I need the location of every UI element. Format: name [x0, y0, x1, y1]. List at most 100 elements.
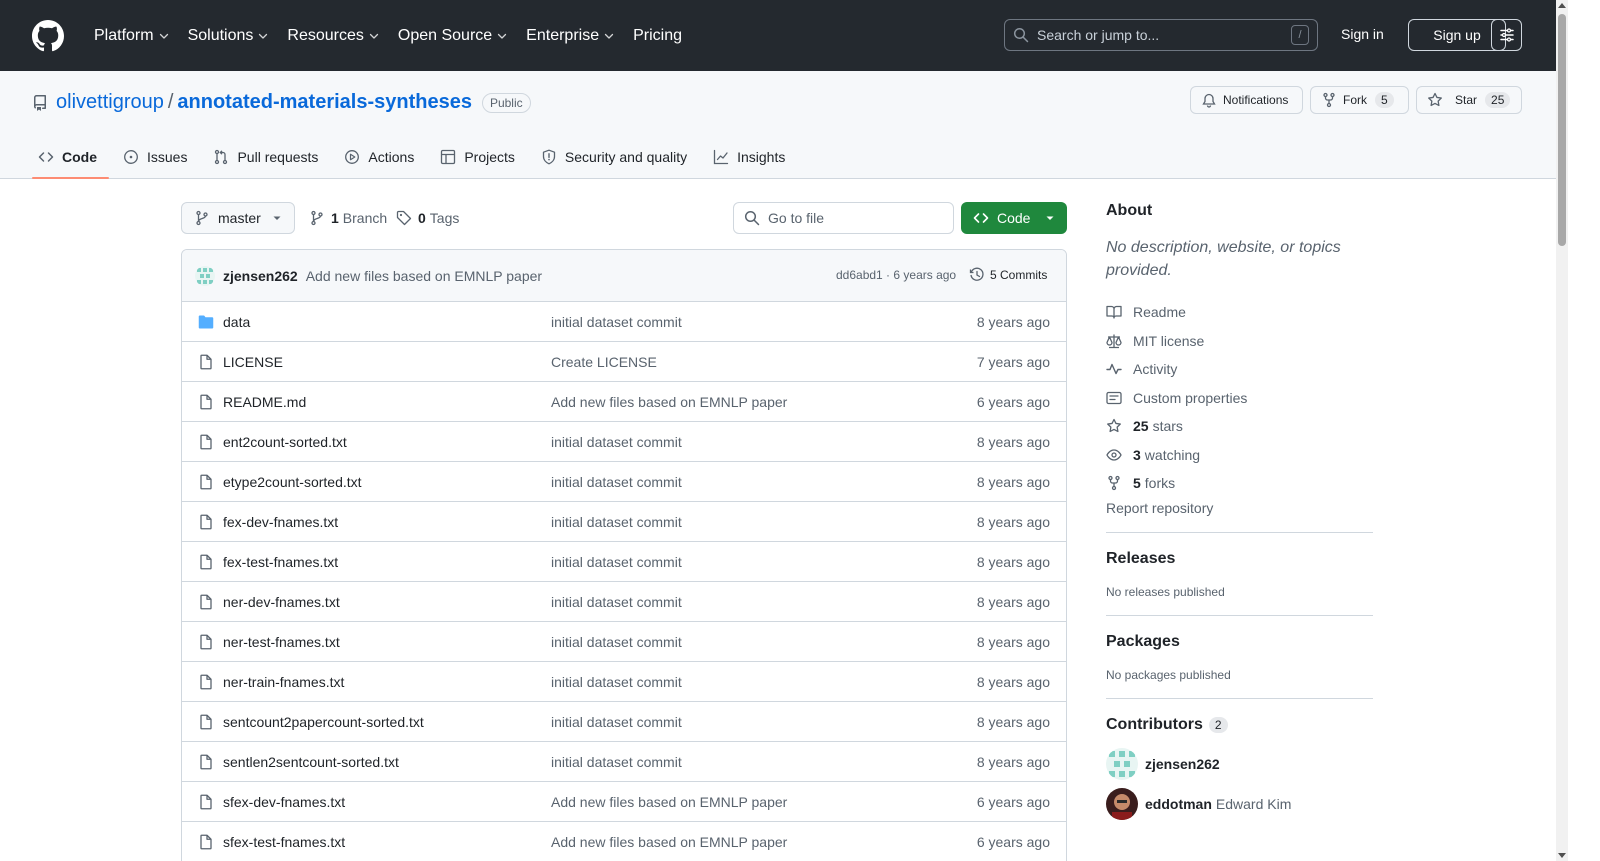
table-row[interactable]: sfex-dev-fnames.txt Add new files based o… [182, 782, 1066, 822]
releases-heading[interactable]: Releases [1106, 550, 1373, 568]
nav-item-resources[interactable]: Resources [279, 20, 387, 52]
contributors-heading[interactable]: Contributors 2 [1106, 716, 1373, 734]
commit-message-link[interactable]: Add new files based on EMNLP paper [306, 268, 542, 284]
table-row[interactable]: fex-dev-fnames.txt initial dataset commit… [182, 502, 1066, 542]
issue-icon [124, 149, 138, 164]
go-to-file-input[interactable]: Go to file [733, 202, 954, 234]
repo-name-link[interactable]: annotated-materials-syntheses [177, 91, 472, 114]
file-commit-message[interactable]: initial dataset commit [551, 754, 682, 770]
watchers-link[interactable]: 3 watching [1106, 441, 1373, 470]
custom-properties-link[interactable]: Custom properties [1106, 384, 1373, 413]
file-name-link[interactable]: sentcount2papercount-sorted.txt [223, 714, 424, 730]
pulse-icon [1106, 364, 1122, 375]
forks-link[interactable]: 5 forks [1106, 469, 1373, 498]
commit-meta[interactable]: dd6abd1 · 6 years ago [836, 268, 956, 282]
tab-issues[interactable]: Issues [117, 135, 199, 178]
license-link[interactable]: MIT license [1106, 327, 1373, 356]
table-row[interactable]: ner-test-fnames.txt initial dataset commi… [182, 622, 1066, 662]
nav-item-enterprise[interactable]: Enterprise [518, 20, 623, 52]
table-row[interactable]: etype2count-sorted.txt initial dataset co… [182, 462, 1066, 502]
file-commit-message[interactable]: initial dataset commit [551, 714, 682, 730]
table-row[interactable]: sentcount2papercount-sorted.txt initial d… [182, 702, 1066, 742]
file-name-link[interactable]: sfex-test-fnames.txt [223, 834, 345, 850]
file-commit-message[interactable]: initial dataset commit [551, 554, 682, 570]
table-row[interactable]: LICENSE Create LICENSE 7 years ago [182, 342, 1066, 382]
nav-item-platform[interactable]: Platform [86, 20, 178, 52]
github-logo-icon[interactable] [32, 19, 64, 52]
file-name-link[interactable]: fex-dev-fnames.txt [223, 514, 338, 530]
file-name-link[interactable]: sentlen2sentcount-sorted.txt [223, 754, 399, 770]
tab-pull-requests[interactable]: Pull requests [207, 135, 330, 178]
tab-code[interactable]: Code [32, 135, 109, 179]
tags-link[interactable]: 0 Tags [396, 202, 459, 234]
repo-owner-link[interactable]: olivettigroup [56, 91, 164, 114]
file-commit-message[interactable]: initial dataset commit [551, 594, 682, 610]
file-name-link[interactable]: LICENSE [223, 354, 283, 370]
table-row[interactable]: ner-train-fnames.txt initial dataset comm… [182, 662, 1066, 702]
scroll-up-arrow-icon[interactable] [1558, 3, 1566, 8]
scrollbar-thumb[interactable] [1558, 14, 1566, 246]
file-name-link[interactable]: data [223, 314, 250, 330]
code-dropdown-button[interactable]: Code [961, 202, 1067, 234]
tab-projects[interactable]: Projects [434, 135, 527, 178]
table-row[interactable]: data initial dataset commit 8 years ago [182, 302, 1066, 342]
file-commit-message[interactable]: Create LICENSE [551, 354, 657, 370]
report-repository-link[interactable]: Report repository [1106, 500, 1373, 516]
file-commit-message[interactable]: Add new files based on EMNLP paper [551, 834, 787, 850]
tab-security-and-quality[interactable]: Security and quality [535, 135, 699, 178]
fork-button[interactable]: Fork 5 [1310, 86, 1409, 114]
table-row[interactable]: ent2count-sorted.txt initial dataset comm… [182, 422, 1066, 462]
file-commit-message[interactable]: Add new files based on EMNLP paper [551, 394, 787, 410]
file-name-link[interactable]: etype2count-sorted.txt [223, 474, 362, 490]
avatar[interactable] [1106, 787, 1138, 820]
sign-in-link[interactable]: Sign in [1341, 26, 1384, 42]
file-name-link[interactable]: sfex-dev-fnames.txt [223, 794, 345, 810]
file-commit-message[interactable]: initial dataset commit [551, 674, 682, 690]
readme-link[interactable]: Readme [1106, 298, 1373, 327]
commits-link[interactable]: 5 Commits [969, 267, 1047, 283]
file-commit-message[interactable]: initial dataset commit [551, 434, 682, 450]
avatar[interactable] [195, 265, 215, 286]
history-icon [969, 267, 984, 281]
branches-link[interactable]: 1 Branch [309, 202, 387, 234]
star-button[interactable]: Star 25 [1416, 86, 1522, 114]
nav-item-pricing[interactable]: Pricing [625, 20, 690, 52]
file-commit-message[interactable]: initial dataset commit [551, 474, 682, 490]
file-name-link[interactable]: ent2count-sorted.txt [223, 434, 347, 450]
file-commit-message[interactable]: initial dataset commit [551, 634, 682, 650]
menu-button[interactable] [1491, 19, 1522, 51]
file-name-link[interactable]: ner-test-fnames.txt [223, 634, 340, 650]
table-row[interactable]: README.md Add new files based on EMNLP pa… [182, 382, 1066, 422]
file-name-link[interactable]: ner-train-fnames.txt [223, 674, 344, 690]
table-row[interactable]: fex-test-fnames.txt initial dataset commi… [182, 542, 1066, 582]
search-box[interactable]: Search or jump to... / [1004, 19, 1318, 51]
file-icon [200, 834, 212, 850]
tab-insights[interactable]: Insights [707, 135, 797, 178]
contributor-login[interactable]: zjensen262 [1145, 756, 1220, 772]
table-row[interactable]: sfex-test-fnames.txt Add new files based … [182, 822, 1066, 861]
nav-item-solutions[interactable]: Solutions [180, 20, 278, 52]
packages-heading[interactable]: Packages [1106, 633, 1373, 651]
tab-label: Projects [464, 148, 515, 165]
branch-selector[interactable]: master [181, 202, 295, 234]
contributor-item[interactable]: zjensen262 [1106, 744, 1373, 784]
notifications-button[interactable]: Notifications [1190, 86, 1303, 114]
scrollbar[interactable] [1556, 0, 1568, 861]
file-name-link[interactable]: ner-dev-fnames.txt [223, 594, 340, 610]
table-row[interactable]: ner-dev-fnames.txt initial dataset commit… [182, 582, 1066, 622]
file-commit-message[interactable]: initial dataset commit [551, 314, 682, 330]
file-name-link[interactable]: README.md [223, 394, 306, 410]
file-name-link[interactable]: fex-test-fnames.txt [223, 554, 338, 570]
nav-item-open-source[interactable]: Open Source [390, 20, 516, 52]
activity-link[interactable]: Activity [1106, 355, 1373, 384]
contributor-login[interactable]: eddotman [1145, 796, 1212, 812]
contributor-item[interactable]: eddotman Edward Kim [1106, 784, 1373, 824]
avatar[interactable] [1106, 747, 1138, 780]
table-row[interactable]: sentlen2sentcount-sorted.txt initial data… [182, 742, 1066, 782]
file-commit-message[interactable]: Add new files based on EMNLP paper [551, 794, 787, 810]
commit-author-link[interactable]: zjensen262 [223, 268, 298, 284]
scroll-down-arrow-icon[interactable] [1558, 853, 1566, 858]
stars-link[interactable]: 25 stars [1106, 412, 1373, 441]
tab-actions[interactable]: Actions [338, 135, 426, 178]
file-commit-message[interactable]: initial dataset commit [551, 514, 682, 530]
